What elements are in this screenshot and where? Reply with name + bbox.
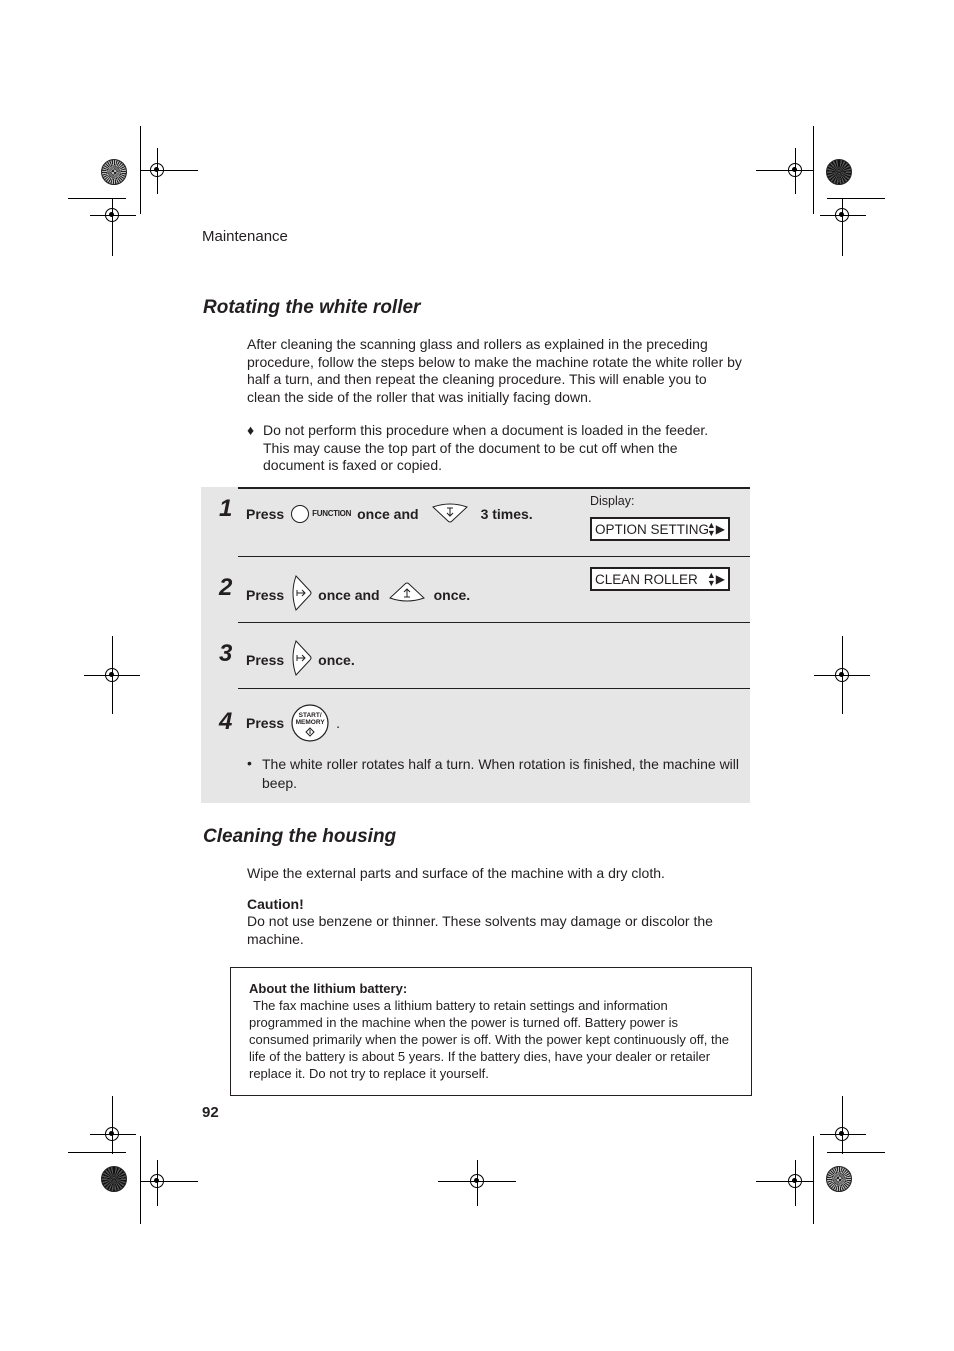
step-text: . <box>336 715 341 731</box>
rotating-intro: After cleaning the scanning glass and ro… <box>247 336 742 405</box>
rotating-note: Do not perform this procedure when a doc… <box>263 422 709 473</box>
step-divider <box>238 622 750 623</box>
registration-target-icon <box>788 1174 802 1188</box>
crop-mark <box>827 1152 885 1153</box>
step-4-note: The white roller rotates half a turn. Wh… <box>262 756 740 791</box>
crop-mark <box>756 1181 814 1182</box>
step-text: Press <box>246 586 285 603</box>
color-registration-icon <box>826 1166 852 1192</box>
step-number: 2 <box>219 574 233 601</box>
registration-target-icon <box>105 1127 119 1141</box>
lcd-display: OPTION SETTING ▲ ▼ ▶ <box>590 517 730 541</box>
step-text: Press <box>246 505 285 522</box>
registration-target-icon <box>105 668 119 682</box>
registration-target-icon <box>788 163 802 177</box>
caution-title: Caution! <box>247 896 304 912</box>
registration-target-icon <box>835 668 849 682</box>
step-text: once and <box>318 586 380 603</box>
running-header: Maintenance <box>202 228 288 245</box>
crop-mark <box>827 198 885 199</box>
battery-info-box: About the lithium battery: The fax machi… <box>230 967 752 1096</box>
step-divider <box>238 556 750 557</box>
section-title-rotating: Rotating the white roller <box>203 297 421 318</box>
battery-title: About the lithium battery: <box>249 981 408 996</box>
steps-panel: Display: 1 Press FUNCTION once and 3 tim… <box>201 487 750 803</box>
color-registration-icon <box>101 1166 127 1192</box>
right-arrow-key-icon <box>290 639 312 680</box>
lcd-display: CLEAN ROLLER ▲ ▼ ▶ <box>590 567 730 591</box>
crop-mark <box>140 1181 198 1182</box>
step-text: Press <box>246 715 285 731</box>
step-number: 1 <box>219 495 233 522</box>
page-number: 92 <box>202 1104 219 1121</box>
battery-text: The fax machine uses a lithium battery t… <box>249 998 730 1081</box>
up-down-right-arrows-icon: ▲ ▼ ▶ <box>706 520 725 538</box>
color-registration-icon <box>826 159 852 185</box>
down-arrow-key-icon <box>431 501 469 526</box>
start-key-label: START/ <box>298 712 322 719</box>
crop-mark <box>756 170 814 171</box>
step-text: once. <box>433 586 471 603</box>
registration-target-icon <box>150 1174 164 1188</box>
registration-target-icon <box>470 1174 484 1188</box>
diamond-bullet-icon: ♦ <box>247 422 255 438</box>
step-text: 3 times. <box>480 505 533 522</box>
registration-target-icon <box>105 208 119 222</box>
crop-mark <box>140 170 198 171</box>
crop-mark <box>68 198 126 199</box>
crop-mark <box>813 1136 814 1224</box>
caution-text: Do not use benzene or thinner. These sol… <box>247 913 713 947</box>
step-text: once. <box>318 651 355 668</box>
start-memory-key-icon: START/ MEMORY <box>290 703 330 743</box>
section-title-cleaning: Cleaning the housing <box>203 826 397 847</box>
function-key-label: FUNCTION <box>312 509 352 518</box>
color-registration-icon <box>101 159 127 185</box>
step-text: Press <box>246 651 285 668</box>
step-number: 4 <box>219 708 233 735</box>
crop-mark <box>112 198 113 256</box>
registration-target-icon <box>835 1127 849 1141</box>
bullet-icon: • <box>247 755 252 771</box>
crop-mark <box>68 1152 126 1153</box>
up-down-right-arrows-icon: ▲ ▼ ▶ <box>706 570 725 588</box>
crop-mark <box>842 198 843 256</box>
step-text: once and <box>357 505 419 522</box>
cleaning-text: Wipe the external parts and surface of t… <box>247 865 665 881</box>
right-arrow-key-icon <box>290 574 312 615</box>
crop-mark <box>112 1096 113 1154</box>
lcd-text: OPTION SETTING <box>595 521 710 537</box>
display-label: Display: <box>590 494 635 508</box>
registration-target-icon <box>150 163 164 177</box>
memory-key-label: MEMORY <box>295 719 325 726</box>
function-key-icon: FUNCTION <box>290 504 351 524</box>
step-number: 3 <box>219 640 233 667</box>
registration-target-icon <box>835 208 849 222</box>
crop-mark <box>842 1096 843 1154</box>
up-arrow-key-icon <box>388 582 426 607</box>
steps-top-rule <box>238 487 750 489</box>
step-divider <box>238 688 750 689</box>
crop-mark <box>140 1136 141 1224</box>
lcd-text: CLEAN ROLLER <box>595 571 698 587</box>
